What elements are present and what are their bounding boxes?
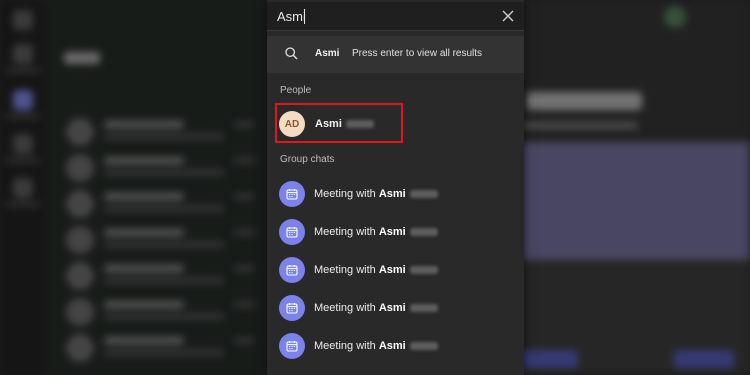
- chat-title: [104, 193, 184, 200]
- app-logo-icon: [13, 10, 33, 30]
- welcome-card: [630, 142, 750, 375]
- chat-icon: [13, 90, 33, 110]
- group-chat-title: Meeting with Asmi: [314, 226, 438, 238]
- chat-snippet: [104, 134, 224, 139]
- card-button: [518, 350, 578, 368]
- chat-avatar: [66, 154, 94, 182]
- calendar-rail-icon: [13, 178, 33, 198]
- search-term: Asmi: [315, 48, 340, 59]
- chat-date: [234, 302, 254, 307]
- view-all-results-row[interactable]: Asmi Press enter to view all results: [267, 36, 524, 73]
- redacted-surname: [409, 304, 438, 313]
- close-search-button[interactable]: [496, 4, 520, 28]
- card-illustration: [518, 142, 638, 260]
- rail-label: [6, 68, 40, 73]
- chat-date: [234, 122, 254, 127]
- group-chat-title: Meeting with Asmi: [314, 264, 438, 276]
- calendar-icon: [279, 257, 305, 283]
- chat-avatar: [66, 334, 94, 362]
- group-chat-prefix: Meeting with: [314, 264, 379, 276]
- chat-avatar: [66, 190, 94, 218]
- chat-title: [104, 265, 184, 272]
- search-input[interactable]: [277, 7, 477, 25]
- chat-list-pane: [46, 0, 268, 375]
- rail-label: [6, 158, 40, 163]
- group-chat-result[interactable]: Meeting with Asmi: [267, 327, 524, 365]
- search-dropdown: Asmi Press enter to view all results Peo…: [267, 0, 524, 375]
- group-chat-result[interactable]: Meeting with Asmi: [267, 213, 524, 251]
- group-chats-section-label: Group chats: [280, 154, 335, 165]
- teams-icon: [13, 134, 33, 154]
- chat-title: [104, 301, 184, 308]
- group-chat-result[interactable]: Meeting with Asmi: [267, 251, 524, 289]
- redacted-surname: [409, 342, 438, 351]
- profile-avatar: [664, 6, 686, 28]
- group-chat-result[interactable]: Meeting with Asmi: [267, 289, 524, 327]
- search-icon: [285, 47, 298, 60]
- group-chat-prefix: Meeting with: [314, 226, 379, 238]
- search-box: [267, 2, 524, 31]
- group-chat-title: Meeting with Asmi: [314, 188, 438, 200]
- card-button: [674, 350, 734, 368]
- chat-avatar: [66, 118, 94, 146]
- chat-date: [234, 158, 254, 163]
- chat-date: [234, 194, 254, 199]
- group-chat-title: Meeting with Asmi: [314, 302, 438, 314]
- welcome-subtitle: [518, 122, 638, 129]
- welcome-heading: [526, 92, 642, 110]
- people-section-label: People: [280, 85, 312, 96]
- chat-snippet: [104, 278, 224, 283]
- card-illustration: [630, 142, 750, 260]
- group-chat-prefix: Meeting with: [314, 188, 379, 200]
- group-chat-prefix: Meeting with: [314, 302, 379, 314]
- rail-label: [6, 202, 40, 207]
- group-chat-prefix: Meeting with: [314, 340, 379, 352]
- group-chat-result[interactable]: Meeting with Asmi: [267, 175, 524, 213]
- chat-snippet: [104, 314, 224, 319]
- chat-date: [234, 266, 254, 271]
- chat-avatar: [66, 298, 94, 326]
- calendar-icon: [279, 219, 305, 245]
- highlight-box: [275, 103, 403, 143]
- calendar-icon: [279, 333, 305, 359]
- group-chat-match: Asmi: [378, 264, 406, 276]
- rail-label: [6, 114, 40, 119]
- group-chat-match: Asmi: [378, 226, 406, 238]
- chat-snippet: [104, 350, 224, 355]
- chat-date: [234, 338, 254, 343]
- calendar-icon: [279, 295, 305, 321]
- chat-title: [104, 229, 184, 236]
- chat-snippet: [104, 206, 224, 211]
- calendar-icon: [279, 181, 305, 207]
- welcome-card: [518, 142, 638, 375]
- close-icon: [502, 10, 514, 22]
- chat-avatar: [66, 226, 94, 254]
- activity-icon: [13, 44, 33, 64]
- group-chat-match: Asmi: [378, 302, 406, 314]
- chat-date: [234, 230, 254, 235]
- chat-avatar: [66, 262, 94, 290]
- view-all-hint: Press enter to view all results: [352, 48, 483, 59]
- chat-title: [104, 157, 184, 164]
- person-result[interactable]: AD Asmi: [267, 103, 524, 143]
- group-chat-match: Asmi: [378, 188, 406, 200]
- group-chat-match: Asmi: [378, 340, 406, 352]
- chat-title: [104, 121, 184, 128]
- text-cursor: [304, 9, 305, 24]
- chat-snippet: [104, 170, 224, 175]
- chat-header: [64, 52, 100, 64]
- app-rail: [0, 0, 46, 375]
- chat-title: [104, 337, 184, 344]
- redacted-surname: [409, 266, 438, 275]
- chat-snippet: [104, 242, 224, 247]
- group-chat-title: Meeting with Asmi: [314, 340, 438, 352]
- redacted-surname: [409, 190, 438, 199]
- redacted-surname: [409, 228, 438, 237]
